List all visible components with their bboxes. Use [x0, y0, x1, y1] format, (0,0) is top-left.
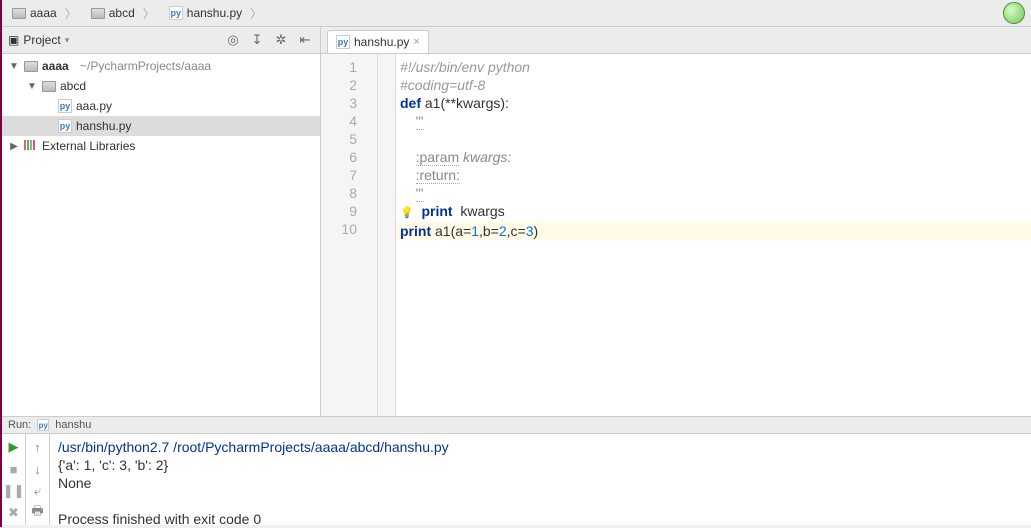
python-file-icon: py — [336, 35, 350, 49]
sidebar-title: Project — [23, 33, 60, 47]
run-toolbar-left: ▶ ■ ❚❚ ✖ — [2, 434, 26, 525]
bulb-icon[interactable]: 💡 — [400, 207, 414, 219]
rerun-icon[interactable]: ▶ — [5, 438, 23, 456]
tree-project-root[interactable]: ▼aaaa ~/PycharmProjects/aaaa — [2, 56, 320, 76]
editor-tabs: pyhanshu.py× — [321, 27, 1031, 54]
fold-gutter — [378, 54, 396, 416]
folder-icon — [91, 8, 105, 19]
code-content[interactable]: #!/usr/bin/env python #coding=utf-8 def … — [396, 54, 1031, 416]
print-icon[interactable]: 🖶 — [29, 504, 47, 522]
expand-arrow-icon[interactable]: ▼ — [8, 61, 20, 72]
folder-icon — [12, 8, 26, 19]
python-file-icon: py — [58, 99, 72, 113]
python-file-icon: py — [37, 419, 49, 431]
tree-folder[interactable]: ▼abcd — [2, 76, 320, 96]
console-output[interactable]: /usr/bin/python2.7 /root/PycharmProjects… — [50, 434, 1031, 525]
breadcrumb-item[interactable]: aaaa〉 — [6, 3, 83, 24]
python-file-icon: py — [169, 6, 183, 20]
line-gutter: 12345678910 — [321, 54, 378, 416]
folder-icon — [42, 81, 56, 92]
gear-icon[interactable]: ✲ — [272, 31, 290, 49]
project-sidebar: ▣ Project ▾ ◎ ↧ ✲ ⇤ ▼aaaa ~/PycharmProject… — [2, 27, 321, 416]
close-run-icon[interactable]: ✖ — [5, 504, 23, 522]
editor-pane: pyhanshu.py× 12345678910 #!/usr/bin/env … — [321, 27, 1031, 416]
tree-external-libs[interactable]: ▶External Libraries — [2, 136, 320, 156]
code-area[interactable]: 12345678910 #!/usr/bin/env python #codin… — [321, 54, 1031, 416]
project-tree: ▼aaaa ~/PycharmProjects/aaaa ▼abcd pyaaa… — [2, 54, 320, 416]
chevron-right-icon: 〉 — [143, 5, 155, 22]
editor-tab[interactable]: pyhanshu.py× — [327, 30, 429, 53]
sidebar-header: ▣ Project ▾ ◎ ↧ ✲ ⇤ — [2, 27, 320, 54]
breadcrumb: aaaa〉 abcd〉 pyhanshu.py〉 — [2, 0, 1031, 27]
run-header: Run: py hanshu — [2, 416, 1031, 434]
pause-icon[interactable]: ❚❚ — [5, 482, 23, 500]
python-file-icon: py — [58, 119, 72, 133]
autoscroll-icon[interactable]: ◎ — [224, 31, 242, 49]
dropdown-icon[interactable]: ▾ — [65, 35, 70, 46]
expand-arrow-icon[interactable]: ▼ — [26, 81, 38, 92]
soft-wrap-icon[interactable]: ⤶ — [29, 482, 47, 500]
status-indicator — [1003, 2, 1025, 24]
run-toolbar-right: ↑ ↓ ⤶ 🖶 — [26, 434, 50, 525]
breadcrumb-item[interactable]: pyhanshu.py〉 — [163, 3, 268, 24]
collapse-icon[interactable]: ↧ — [248, 31, 266, 49]
breadcrumb-item[interactable]: abcd〉 — [85, 3, 161, 24]
hide-icon[interactable]: ⇤ — [296, 31, 314, 49]
library-icon — [24, 139, 38, 153]
run-panel: ▶ ■ ❚❚ ✖ ↑ ↓ ⤶ 🖶 /usr/bin/python2.7 /roo… — [2, 434, 1031, 525]
tree-file[interactable]: pyaaa.py — [2, 96, 320, 116]
project-view-icon: ▣ — [8, 33, 19, 47]
chevron-right-icon: 〉 — [65, 5, 77, 22]
expand-arrow-icon[interactable]: ▶ — [8, 141, 20, 152]
stop-icon[interactable]: ■ — [5, 460, 23, 478]
up-icon[interactable]: ↑ — [29, 438, 47, 456]
folder-icon — [24, 61, 38, 72]
down-icon[interactable]: ↓ — [29, 460, 47, 478]
chevron-right-icon: 〉 — [250, 5, 262, 22]
close-icon[interactable]: × — [413, 36, 419, 48]
tree-file-selected[interactable]: pyhanshu.py — [2, 116, 320, 136]
